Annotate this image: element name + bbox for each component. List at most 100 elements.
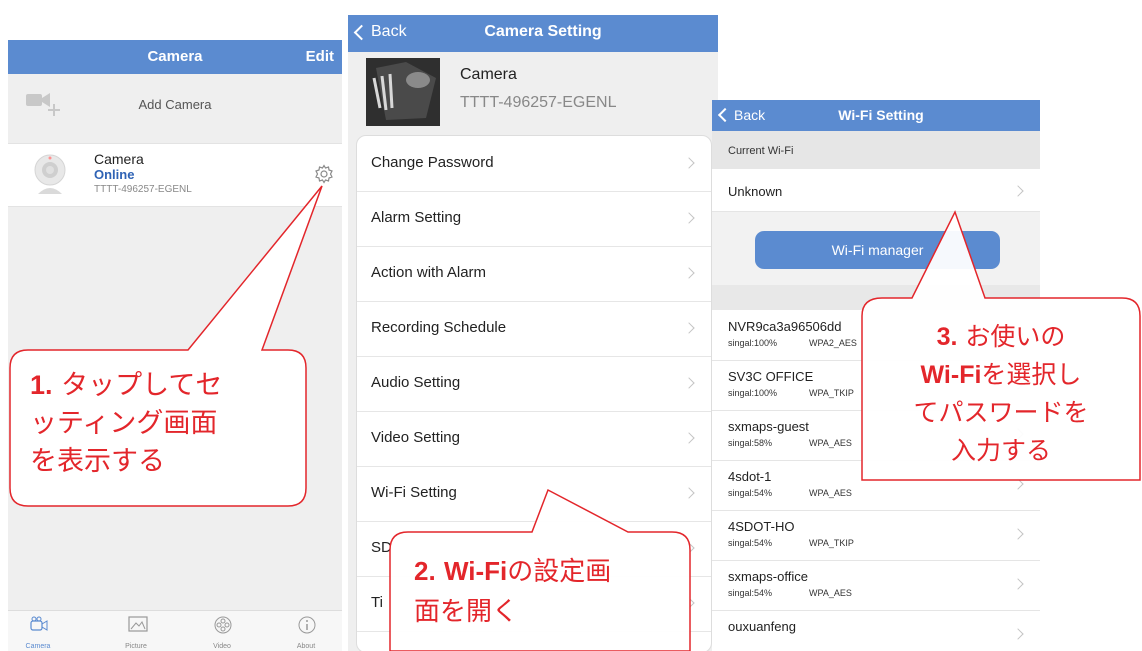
menu-item-label: Alarm Setting — [371, 209, 462, 226]
callout-1-number: 1. — [30, 370, 53, 400]
current-wifi-row[interactable]: Unknown — [712, 169, 1040, 212]
network-security: WPA_AES — [809, 588, 852, 598]
chevron-right-icon — [683, 432, 695, 444]
network-signal: singal:54% — [728, 538, 773, 548]
chevron-right-icon — [1012, 528, 1024, 540]
callout-2-line1-rest: の設定画 — [507, 557, 612, 587]
menu-item-label: Recording Schedule — [371, 319, 507, 336]
menu-item-change-password[interactable]: Change Password — [357, 136, 711, 192]
network-ssid: NVR9ca3a96506dd — [728, 319, 842, 334]
chevron-right-icon — [1012, 185, 1024, 197]
callout-1-line3: を表示する — [30, 446, 165, 477]
menu-item-label: Audio Setting — [371, 374, 461, 391]
wifi-setting-title: Wi-Fi Setting — [838, 107, 924, 123]
chevron-right-icon — [683, 322, 695, 334]
camera-header: Camera TTTT-496257-EGENL — [348, 52, 718, 142]
network-ssid: ouxuanfeng — [728, 619, 796, 634]
edit-button[interactable]: Edit — [306, 48, 334, 65]
chevron-right-icon — [1012, 628, 1024, 640]
tab-about[interactable]: About — [276, 611, 336, 651]
tab-picture-label: Picture — [125, 643, 147, 650]
network-ssid: 4SDOT-HO — [728, 519, 795, 534]
menu-item-label: Action with Alarm — [371, 264, 487, 281]
add-camera-label: Add Camera — [138, 97, 212, 112]
picture-icon — [128, 616, 148, 637]
callout-1-line: 1. タップしてセ — [30, 366, 222, 405]
menu-item-action-with-alarm[interactable]: Action with Alarm — [357, 246, 711, 302]
callout-3-line1-rest: お使いの — [965, 322, 1066, 351]
chevron-right-icon — [683, 377, 695, 389]
menu-item-label: Video Setting — [371, 429, 460, 446]
menu-item-label: Change Password — [371, 154, 494, 171]
current-wifi-value: Unknown — [728, 184, 783, 199]
camera-navbar: Camera Edit — [8, 40, 342, 74]
info-icon — [298, 616, 316, 639]
callout-1-line2: ッティング画面 — [30, 408, 218, 439]
camera-setting-navbar: Back Camera Setting — [348, 15, 718, 52]
camera-status: Online — [94, 167, 135, 182]
camera-id: TTTT-496257-EGENL — [94, 184, 192, 195]
menu-item-audio-setting[interactable]: Audio Setting — [357, 356, 711, 412]
callout-2-number: 2. — [414, 556, 436, 586]
wifi-manager-button[interactable]: Wi-Fi manager — [755, 231, 1000, 269]
camera-header-id: TTTT-496257-EGENL — [460, 94, 617, 111]
chevron-right-icon — [1012, 478, 1024, 490]
callout-2-bold: Wi-Fi — [443, 556, 508, 586]
network-item[interactable]: ouxuanfeng — [712, 610, 1040, 651]
camera-icon — [30, 616, 48, 637]
menu-item-alarm-setting[interactable]: Alarm Setting — [357, 191, 711, 247]
network-security: WPA_AES — [809, 488, 852, 498]
add-camera-row[interactable]: Add Camera — [8, 74, 342, 132]
network-security: WPA_TKIP — [809, 538, 854, 548]
chevron-right-icon — [683, 487, 695, 499]
bottom-tab-bar: Camera Picture Video About — [8, 610, 342, 651]
callout-1-text: 1. タップしてセ ッティング画面 を表示する — [30, 366, 222, 481]
camera-setting-title: Camera Setting — [484, 23, 602, 40]
network-item[interactable]: 4SDOT-HO singal:54% WPA_TKIP — [712, 510, 1040, 561]
camera-list-screen: Camera Edit Add Camera Camera Online TTT… — [8, 40, 342, 651]
callout-3-line3: てパスワードを — [913, 398, 1089, 427]
network-security: WPA2_AES — [809, 338, 857, 348]
menu-item-recording-schedule[interactable]: Recording Schedule — [357, 301, 711, 357]
chevron-right-icon — [1012, 578, 1024, 590]
menu-item-video-setting[interactable]: Video Setting — [357, 411, 711, 467]
tab-about-label: About — [296, 643, 316, 650]
current-wifi-header: Current Wi-Fi — [712, 131, 1040, 169]
menu-item-wifi-setting[interactable]: Wi-Fi Setting — [357, 466, 711, 522]
chevron-right-icon — [683, 157, 695, 169]
camera-list-item[interactable]: Camera Online TTTT-496257-EGENL — [8, 143, 342, 207]
callout-3-text: 3. お使いの Wi-Fiを選択し てパスワードを 入力する — [862, 318, 1140, 478]
camera-thumbnail — [366, 58, 440, 126]
tab-camera-label: Camera — [25, 643, 51, 650]
tab-camera[interactable]: Camera — [8, 611, 68, 651]
network-security: WPA_TKIP — [809, 388, 854, 398]
tab-picture[interactable]: Picture — [106, 611, 166, 651]
network-ssid: sxmaps-guest — [728, 419, 809, 434]
network-signal: singal:100% — [728, 388, 778, 398]
camera-header-name: Camera — [460, 66, 517, 83]
camera-list-title: Camera — [147, 48, 203, 65]
callout-3-line4: 入力する — [950, 436, 1051, 465]
tab-video-label: Video — [213, 643, 231, 650]
chevron-right-icon — [683, 212, 695, 224]
callout-1-line1: タップしてセ — [61, 370, 223, 401]
callout-3-line2-rest: を選択し — [981, 360, 1082, 389]
section-divider — [712, 285, 1040, 310]
menu-item-label: Ti — [371, 594, 383, 611]
network-item[interactable]: sxmaps-office singal:54% WPA_AES — [712, 560, 1040, 611]
network-ssid: 4sdot-1 — [728, 469, 772, 484]
callout-3-number: 3. — [936, 323, 958, 351]
callout-2-text: 2. Wi-Fiの設定画 面を開く — [414, 551, 611, 632]
chevron-right-icon — [683, 267, 695, 279]
callout-2-line2: 面を開く — [414, 597, 519, 627]
network-signal: singal:100% — [728, 338, 778, 348]
menu-item-label: Wi-Fi Setting — [371, 484, 457, 501]
network-signal: singal:54% — [728, 588, 773, 598]
video-icon — [214, 616, 232, 639]
gear-icon[interactable] — [314, 164, 334, 189]
chevron-right-icon — [683, 597, 695, 609]
tab-video[interactable]: Video — [192, 611, 252, 651]
network-signal: singal:54% — [728, 488, 773, 498]
network-ssid: SV3C OFFICE — [728, 369, 814, 384]
network-ssid: sxmaps-office — [728, 569, 808, 584]
